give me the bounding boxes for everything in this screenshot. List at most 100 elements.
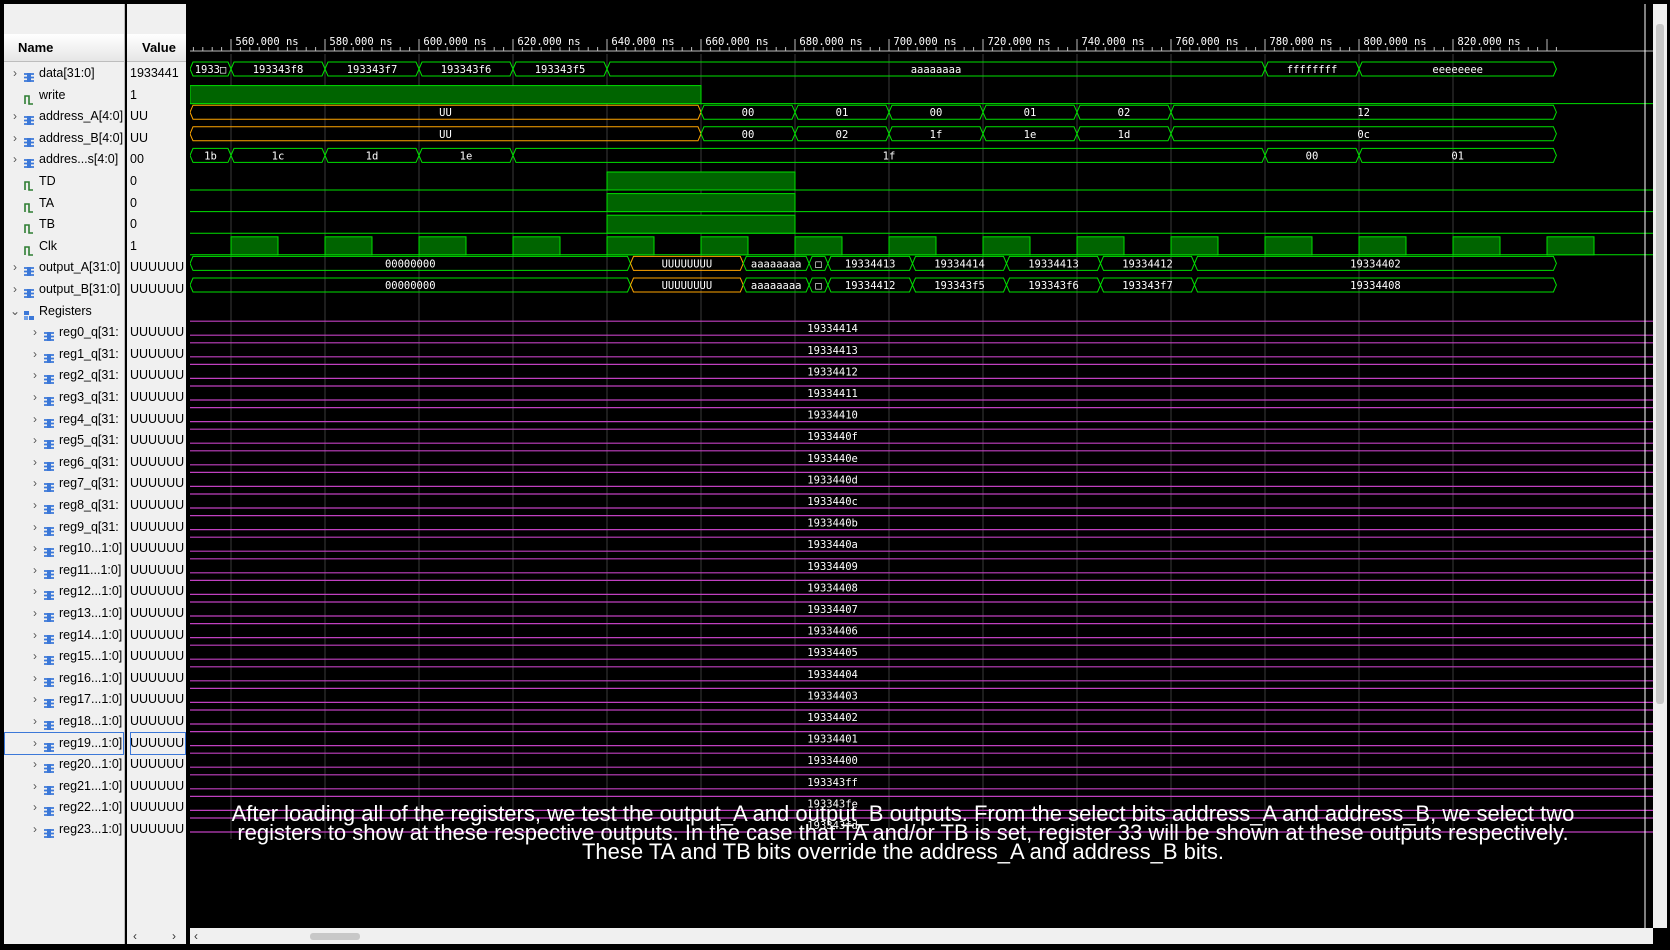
signal-value: UUUUUU (130, 433, 185, 448)
expand-icon[interactable]: › (30, 559, 40, 582)
name-column-header[interactable]: Name (4, 34, 124, 62)
bus-value-label: 19334402 (1350, 258, 1401, 270)
signal-row[interactable]: › reg14...1:0] (4, 624, 124, 647)
bus-signal-icon (43, 694, 55, 709)
name-panel-scrollbar[interactable] (4, 928, 124, 944)
expand-icon[interactable]: › (30, 602, 40, 625)
clk-high-pulse (888, 236, 937, 256)
signal-row[interactable]: › reg16...1:0] (4, 667, 124, 690)
expand-icon[interactable]: › (10, 62, 20, 85)
signal-row[interactable]: › reg21...1:0] (4, 775, 124, 798)
signal-name-label: output_A[31:0] (39, 260, 121, 275)
time-axis-label: 740.000 ns (1081, 36, 1144, 48)
expand-icon[interactable]: › (30, 494, 40, 517)
signal-row[interactable]: TA (4, 192, 124, 215)
signal-row[interactable]: › reg17...1:0] (4, 688, 124, 711)
signal-row[interactable]: › reg10...1:0] (4, 537, 124, 560)
expand-icon[interactable]: › (30, 710, 40, 733)
waveform-horizontal-scrollbar[interactable]: ‹ (190, 928, 1653, 944)
bus-value-label: 1b (204, 150, 217, 162)
register-value-label: 19334407 (807, 604, 858, 616)
value-panel-scrollbar[interactable]: ‹ › (127, 928, 186, 944)
collapse-icon[interactable]: ⌄ (10, 300, 20, 323)
signal-row[interactable]: › reg4_q[31: (4, 408, 124, 431)
expand-icon[interactable]: › (30, 753, 40, 776)
signal-row[interactable]: › reg8_q[31: (4, 494, 124, 517)
expand-icon[interactable]: › (30, 818, 40, 841)
signal-row[interactable]: › address_B[4:0] (4, 127, 124, 150)
signal-row[interactable]: write (4, 84, 124, 107)
signal-row[interactable]: › reg11...1:0] (4, 559, 124, 582)
expand-icon[interactable]: › (30, 386, 40, 409)
expand-icon[interactable]: › (10, 148, 20, 171)
expand-icon[interactable]: › (10, 127, 20, 150)
register-value-label: 193343ff (807, 777, 858, 789)
expand-icon[interactable]: › (30, 516, 40, 539)
signal-row[interactable]: › reg1_q[31: (4, 343, 124, 366)
expand-icon[interactable]: › (30, 732, 40, 755)
expand-icon[interactable]: › (30, 343, 40, 366)
signal-row[interactable]: › reg6_q[31: (4, 451, 124, 474)
expand-icon[interactable]: › (30, 451, 40, 474)
signal-row[interactable]: › reg15...1:0] (4, 645, 124, 668)
waveform-canvas[interactable]: 560.000 ns 580.000 ns 600.000 ns 620.000 ns… (190, 4, 1653, 928)
signal-row[interactable]: › data[31:0] (4, 62, 124, 85)
value-column-header[interactable]: Value (127, 34, 186, 62)
signal-row[interactable]: › reg3_q[31: (4, 386, 124, 409)
clk-high-pulse (324, 236, 373, 256)
horizontal-scroll-thumb[interactable] (310, 933, 360, 940)
signal-row[interactable]: › reg13...1:0] (4, 602, 124, 625)
scroll-right-icon[interactable]: › (172, 929, 176, 943)
expand-icon[interactable]: › (30, 472, 40, 495)
signal-row[interactable]: › reg23...1:0] (4, 818, 124, 841)
expand-icon[interactable]: › (30, 429, 40, 452)
expand-icon[interactable]: › (30, 580, 40, 603)
signal-row[interactable]: ⌄ Registers (4, 300, 124, 323)
bus-value-label: 12 (1357, 107, 1370, 119)
signal-row[interactable]: › reg7_q[31: (4, 472, 124, 495)
expand-icon[interactable]: › (30, 537, 40, 560)
signal-row[interactable]: Clk (4, 235, 124, 258)
expand-icon[interactable]: › (30, 321, 40, 344)
signal-row[interactable]: › address_A[4:0] (4, 105, 124, 128)
signal-row[interactable]: › reg20...1:0] (4, 753, 124, 776)
register-value-label: 19334408 (807, 582, 858, 594)
expand-icon[interactable]: › (10, 105, 20, 128)
signal-row[interactable]: › reg9_q[31: (4, 516, 124, 539)
signal-row[interactable]: › reg22...1:0] (4, 796, 124, 819)
expand-icon[interactable]: › (10, 278, 20, 301)
expand-icon[interactable]: › (10, 256, 20, 279)
vertical-scroll-thumb[interactable] (1656, 24, 1664, 704)
expand-icon[interactable]: › (30, 408, 40, 431)
bus-value-label: 19334412 (1122, 258, 1173, 270)
signal-value: UUUUUU (130, 800, 185, 815)
signal-row[interactable]: › reg5_q[31: (4, 429, 124, 452)
signal-row[interactable]: › output_B[31:0] (4, 278, 124, 301)
expand-icon[interactable]: › (30, 645, 40, 668)
bus-value-label: 19334414 (934, 258, 985, 270)
scroll-left-icon[interactable]: ‹ (133, 929, 137, 943)
bus-value-label: 00 (742, 129, 755, 141)
signal-row[interactable]: › reg19...1:0] (4, 731, 124, 755)
waveform-vertical-scrollbar[interactable] (1653, 4, 1667, 928)
signal-row[interactable]: › reg2_q[31: (4, 364, 124, 387)
signal-row[interactable]: › reg12...1:0] (4, 580, 124, 603)
signal-row[interactable]: TB (4, 213, 124, 236)
bus-value-label: 0c (1357, 129, 1370, 141)
signal-row[interactable]: › addres...s[4:0] (4, 148, 124, 171)
bus-signal-icon (43, 630, 55, 644)
signal-row[interactable]: › reg18...1:0] (4, 710, 124, 733)
expand-icon[interactable]: › (30, 688, 40, 711)
expand-icon[interactable]: › (30, 667, 40, 690)
signal-row[interactable]: › reg0_q[31: (4, 321, 124, 344)
signal-name-panel: Name › data[31:0] write › address_A[4:0] › add… (4, 4, 125, 944)
expand-icon[interactable]: › (30, 624, 40, 647)
expand-icon[interactable]: › (30, 796, 40, 819)
expand-icon[interactable]: › (30, 775, 40, 798)
time-axis-label: 720.000 ns (987, 36, 1050, 48)
expand-icon[interactable]: › (30, 364, 40, 387)
time-axis-label: 600.000 ns (423, 36, 486, 48)
signal-row[interactable]: TD (4, 170, 124, 193)
scroll-left-icon[interactable]: ‹ (194, 929, 198, 943)
signal-row[interactable]: › output_A[31:0] (4, 256, 124, 279)
